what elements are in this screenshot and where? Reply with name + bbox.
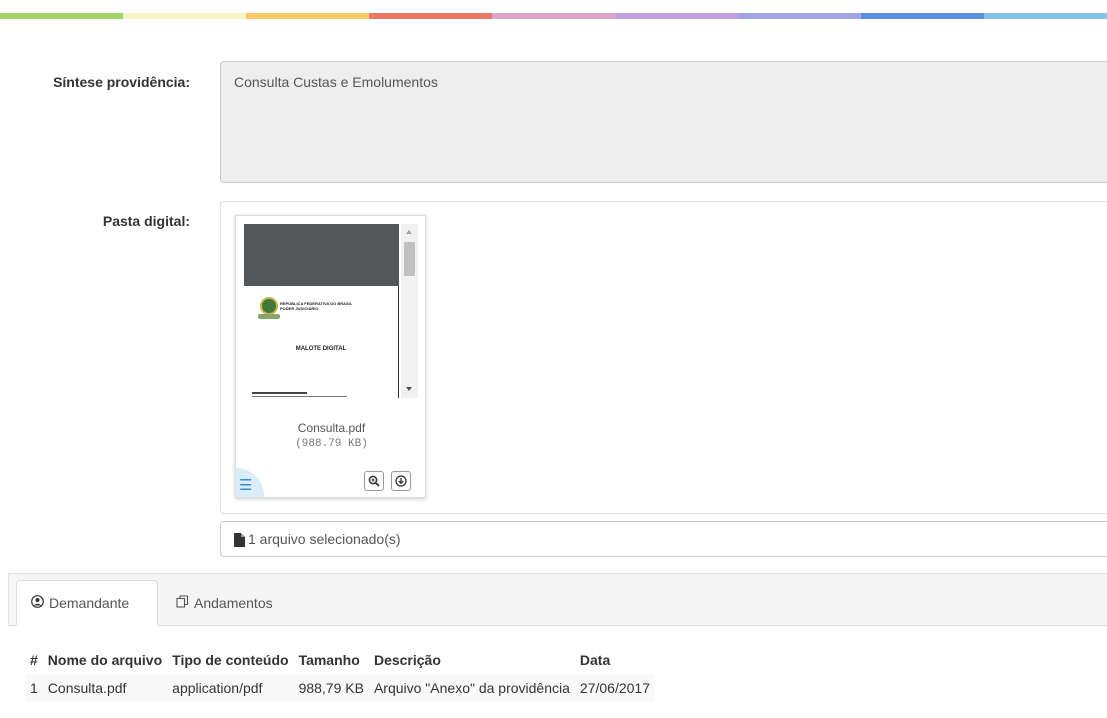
sintese-field[interactable]: Consulta Custas e Emolumentos xyxy=(220,61,1107,183)
pdf-title: MALOTE DIGITAL xyxy=(295,346,347,352)
accent-segment xyxy=(738,13,861,19)
column-header: # xyxy=(30,652,38,668)
tab-demandante[interactable]: Demandante xyxy=(16,580,158,626)
copy-icon xyxy=(176,595,189,611)
accent-segment xyxy=(246,13,369,19)
preview-scrollbar[interactable] xyxy=(401,224,418,398)
file-card[interactable]: REPÚBLICA FEDERATIVA DO BRASIL PODER JUD… xyxy=(235,215,426,498)
accent-segment xyxy=(123,13,246,19)
tab-andamentos[interactable]: Andamentos xyxy=(162,580,287,626)
user-circle-icon xyxy=(31,595,44,611)
accent-segment xyxy=(861,13,984,19)
tab-label: Demandante xyxy=(49,595,130,611)
scroll-up-arrow-icon[interactable] xyxy=(406,230,412,234)
files-table: # Nome do arquivo Tipo de conteúdo Taman… xyxy=(25,646,655,702)
table-header-row: # Nome do arquivo Tipo de conteúdo Taman… xyxy=(25,646,655,674)
menu-icon[interactable]: ☰ xyxy=(239,478,252,493)
file-icon xyxy=(234,533,245,547)
column-header: Descrição xyxy=(373,652,441,668)
accent-color-bar xyxy=(0,13,1107,19)
sintese-label: Síntese providência: xyxy=(53,74,190,90)
tab-label: Andamentos xyxy=(194,595,273,611)
coat-of-arms-base xyxy=(258,314,280,319)
pdf-header-line2: PODER JUDICIÁRIO xyxy=(280,306,319,311)
table-cell: 988,79 KB xyxy=(298,680,364,696)
accent-segment xyxy=(369,13,492,19)
table-row[interactable]: 1 Consulta.pdf application/pdf 988,79 KB… xyxy=(25,674,655,702)
accent-segment xyxy=(984,13,1107,19)
table-cell: application/pdf xyxy=(172,680,263,696)
selected-files-text: 1 arquivo selecionado(s) xyxy=(248,531,401,547)
coat-of-arms-icon xyxy=(260,297,278,315)
file-name: Consulta.pdf xyxy=(297,421,366,435)
pdf-text-line xyxy=(252,396,347,397)
selected-files-bar: 1 arquivo selecionado(s) xyxy=(220,521,1107,557)
pasta-digital-label: Pasta digital: xyxy=(102,213,190,229)
table-cell: Arquivo "Anexo" da providência xyxy=(373,680,570,696)
column-header: Tamanho xyxy=(298,652,360,668)
table-cell: 1 xyxy=(30,680,38,696)
zoom-in-icon xyxy=(368,475,380,487)
pdf-preview[interactable]: REPÚBLICA FEDERATIVA DO BRASIL PODER JUD… xyxy=(244,224,418,398)
accent-segment xyxy=(615,13,738,19)
column-header: Data xyxy=(579,652,611,668)
zoom-button[interactable] xyxy=(364,471,384,491)
accent-segment xyxy=(0,13,123,19)
file-size: (988.79 KB) xyxy=(295,438,368,450)
download-icon xyxy=(395,475,407,487)
column-header: Tipo de conteúdo xyxy=(172,652,289,668)
scroll-down-arrow-icon[interactable] xyxy=(406,387,412,391)
pdf-viewer-toolbar xyxy=(244,224,399,286)
download-button[interactable] xyxy=(391,471,411,491)
scroll-thumb[interactable] xyxy=(404,242,415,276)
table-cell: Consulta.pdf xyxy=(47,680,127,696)
table-cell: 27/06/2017 xyxy=(579,680,650,696)
accent-segment xyxy=(492,13,615,19)
pdf-text-line xyxy=(252,392,307,394)
column-header: Nome do arquivo xyxy=(47,652,163,668)
